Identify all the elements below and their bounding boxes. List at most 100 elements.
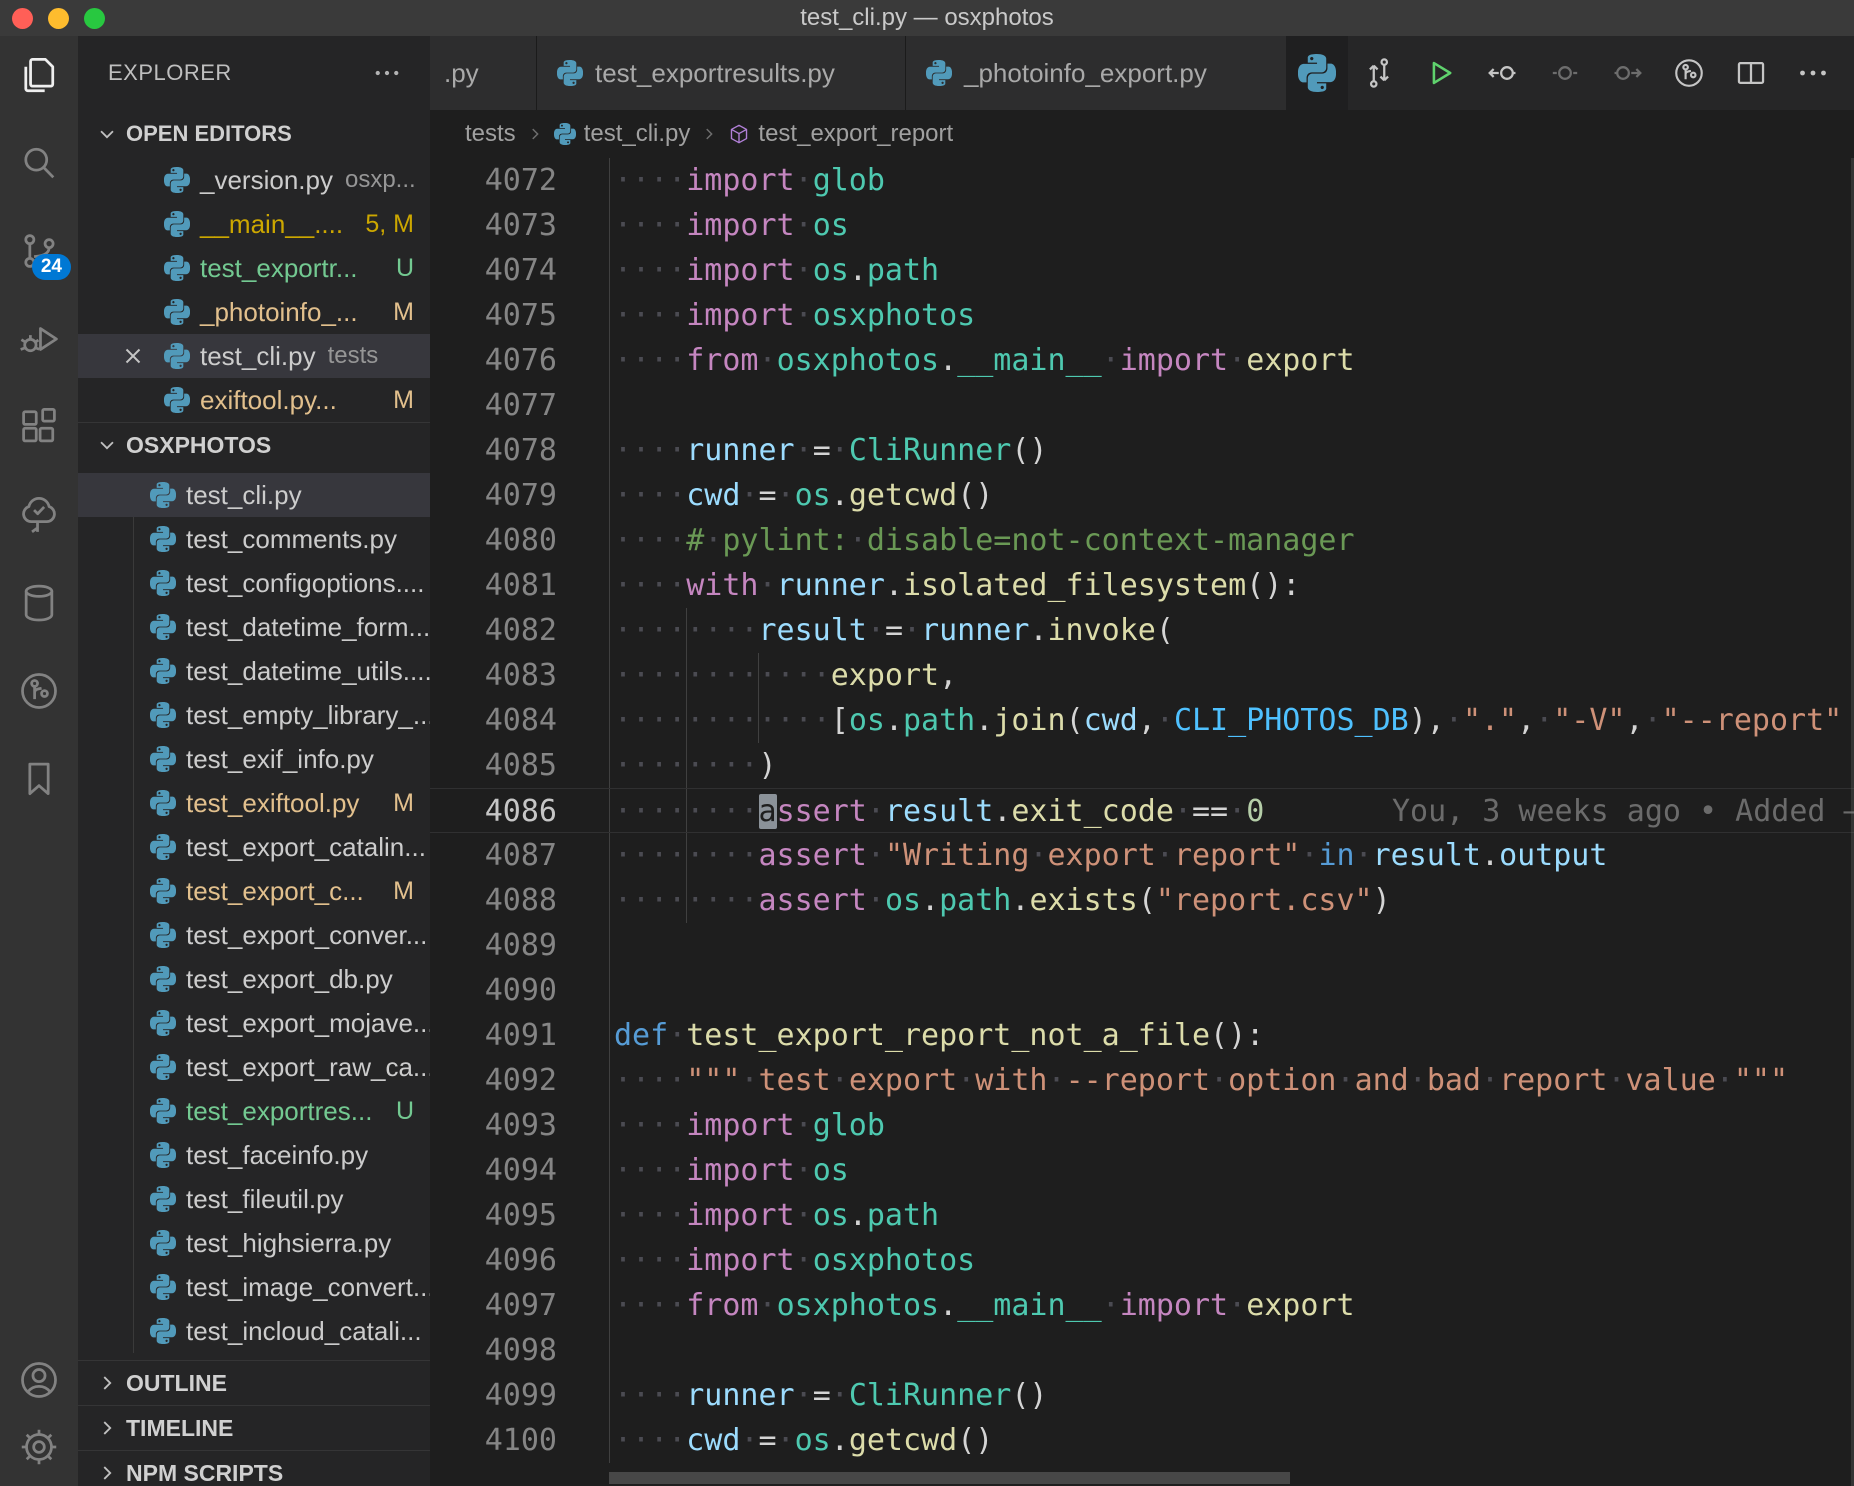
open-changes-button[interactable] <box>1348 36 1410 110</box>
line-number[interactable]: 4095 <box>430 1193 609 1238</box>
line-number[interactable]: 4098 <box>430 1328 609 1373</box>
line-content[interactable]: ····import·osxphotos <box>609 293 1854 338</box>
line-content[interactable]: ····#·pylint:·disable=not-context-manage… <box>609 518 1854 563</box>
tree-item[interactable]: test_datetime_form... <box>78 605 430 649</box>
activity-item-explorer[interactable] <box>15 51 63 99</box>
tree-item[interactable]: test_export_conver... <box>78 913 430 957</box>
section-outline[interactable]: OUTLINE <box>78 1360 430 1405</box>
zoom-button[interactable] <box>84 8 105 29</box>
line-number[interactable]: 4089 <box>430 923 609 968</box>
activity-item-accounts[interactable] <box>15 1356 63 1404</box>
tab-_photoinfo_export.py[interactable]: _photoinfo_export.py <box>906 36 1290 110</box>
previous-change-button[interactable] <box>1472 36 1534 110</box>
line-number[interactable]: 4088 <box>430 878 609 923</box>
line-number[interactable]: 4096 <box>430 1238 609 1283</box>
more-actions-button[interactable] <box>1782 36 1844 110</box>
more-actions-icon[interactable] <box>372 58 402 88</box>
line-content[interactable]: ····import·os <box>609 203 1854 248</box>
line-number[interactable]: 4090 <box>430 968 609 1013</box>
tree-item[interactable]: test_fileutil.py <box>78 1177 430 1221</box>
line-number[interactable]: 4075 <box>430 293 609 338</box>
line-content[interactable]: ········result·=·runner.invoke( <box>609 608 1854 653</box>
tree-item[interactable]: test_incloud_catali... <box>78 1309 430 1353</box>
line-content[interactable]: ········assert·result.exit_code·==·0You,… <box>609 789 1854 832</box>
tree-item[interactable]: test_exportres...U <box>78 1089 430 1133</box>
section-npm-scripts[interactable]: NPM SCRIPTS <box>78 1450 430 1486</box>
line-content[interactable]: ····import·os.path <box>609 1193 1854 1238</box>
tree-item[interactable]: test_comments.py <box>78 517 430 561</box>
line-number[interactable]: 4081 <box>430 563 609 608</box>
breadcrumb-item[interactable]: tests <box>465 120 516 148</box>
current-change-button[interactable] <box>1534 36 1596 110</box>
line-content[interactable]: ········assert·"Writing·export·report"·i… <box>609 833 1854 878</box>
line-content[interactable]: ····import·osxphotos <box>609 1238 1854 1283</box>
section-timeline[interactable]: TIMELINE <box>78 1405 430 1450</box>
line-number[interactable]: 4100 <box>430 1418 609 1463</box>
line-content[interactable]: ····from·osxphotos.__main__·import·expor… <box>609 338 1854 383</box>
line-content[interactable]: def·test_export_report_not_a_file(): <box>609 1013 1854 1058</box>
line-number[interactable]: 4082 <box>430 608 609 653</box>
line-number[interactable]: 4076 <box>430 338 609 383</box>
line-number[interactable]: 4080 <box>430 518 609 563</box>
open-editor-item[interactable]: test_cli.pytests <box>78 334 430 378</box>
tab-test_exportresults.py[interactable]: test_exportresults.py <box>537 36 906 110</box>
line-content[interactable]: ····runner·=·CliRunner() <box>609 1373 1854 1418</box>
activity-item-settings[interactable] <box>15 1423 63 1471</box>
line-number[interactable]: 4087 <box>430 833 609 878</box>
breadcrumb-item[interactable]: test_cli.py <box>554 120 691 148</box>
line-number[interactable]: 4074 <box>430 248 609 293</box>
tree-item[interactable]: test_exif_info.py <box>78 737 430 781</box>
line-content[interactable]: ········assert·os.path.exists("report.cs… <box>609 878 1854 923</box>
close-icon[interactable] <box>120 343 146 369</box>
line-content[interactable]: ········) <box>609 743 1854 788</box>
line-number[interactable]: 4099 <box>430 1373 609 1418</box>
activity-item-search[interactable] <box>15 139 63 187</box>
tree-item[interactable]: test_datetime_utils.... <box>78 649 430 693</box>
line-content[interactable]: ····import·glob <box>609 158 1854 203</box>
activity-item-extensions[interactable] <box>15 403 63 451</box>
tree-item[interactable]: test_export_mojave... <box>78 1001 430 1045</box>
line-content[interactable]: ····with·runner.isolated_filesystem(): <box>609 563 1854 608</box>
open-editor-item[interactable]: __main__....5, M <box>78 202 430 246</box>
line-number[interactable]: 4083 <box>430 653 609 698</box>
line-content[interactable]: ····import·os <box>609 1148 1854 1193</box>
gitlens-file-history-button[interactable] <box>1658 36 1720 110</box>
line-content[interactable]: ····cwd·=·os.getcwd() <box>609 473 1854 518</box>
line-content[interactable]: ····import·glob <box>609 1103 1854 1148</box>
tree-item[interactable]: test_exiftool.pyM <box>78 781 430 825</box>
open-editor-item[interactable]: test_exportr...U <box>78 246 430 290</box>
activity-item-gitlens[interactable] <box>15 667 63 715</box>
open-editor-item[interactable]: _version.pyosxp... <box>78 158 430 202</box>
line-content[interactable] <box>609 923 1854 968</box>
line-number[interactable]: 4091 <box>430 1013 609 1058</box>
tree-item[interactable]: test_image_convert... <box>78 1265 430 1309</box>
tab-.py[interactable]: .py <box>430 36 537 110</box>
python-extension-button[interactable] <box>1286 36 1348 110</box>
activity-item-todo-tree[interactable] <box>15 491 63 539</box>
line-number[interactable]: 4078 <box>430 428 609 473</box>
open-editor-item[interactable]: exiftool.py...M <box>78 378 430 422</box>
line-number[interactable]: 4094 <box>430 1148 609 1193</box>
next-change-button[interactable] <box>1596 36 1658 110</box>
line-number[interactable]: 4084 <box>430 698 609 743</box>
line-content[interactable]: ····from·osxphotos.__main__·import·expor… <box>609 1283 1854 1328</box>
line-content[interactable]: ····import·os.path <box>609 248 1854 293</box>
line-content[interactable]: ············export, <box>609 653 1854 698</box>
close-button[interactable] <box>12 8 33 29</box>
minimize-button[interactable] <box>48 8 69 29</box>
code-editor[interactable]: 4072····import·glob4073····import·os4074… <box>430 158 1854 1486</box>
run-python-file-button[interactable] <box>1410 36 1472 110</box>
line-number[interactable]: 4086 <box>430 789 609 832</box>
line-number[interactable]: 4073 <box>430 203 609 248</box>
breadcrumb-item[interactable]: test_export_report <box>728 120 953 148</box>
horizontal-scrollbar-thumb[interactable] <box>609 1472 1290 1484</box>
line-content[interactable]: ····cwd·=·os.getcwd() <box>609 1418 1854 1463</box>
line-content[interactable]: ····runner·=·CliRunner() <box>609 428 1854 473</box>
line-number[interactable]: 4085 <box>430 743 609 788</box>
open-editor-item[interactable]: _photoinfo_...M <box>78 290 430 334</box>
tree-item[interactable]: test_cli.py <box>78 473 430 517</box>
tree-item[interactable]: test_highsierra.py <box>78 1221 430 1265</box>
line-number[interactable]: 4093 <box>430 1103 609 1148</box>
tree-item[interactable]: test_export_db.py <box>78 957 430 1001</box>
tree-item[interactable]: test_configoptions.... <box>78 561 430 605</box>
